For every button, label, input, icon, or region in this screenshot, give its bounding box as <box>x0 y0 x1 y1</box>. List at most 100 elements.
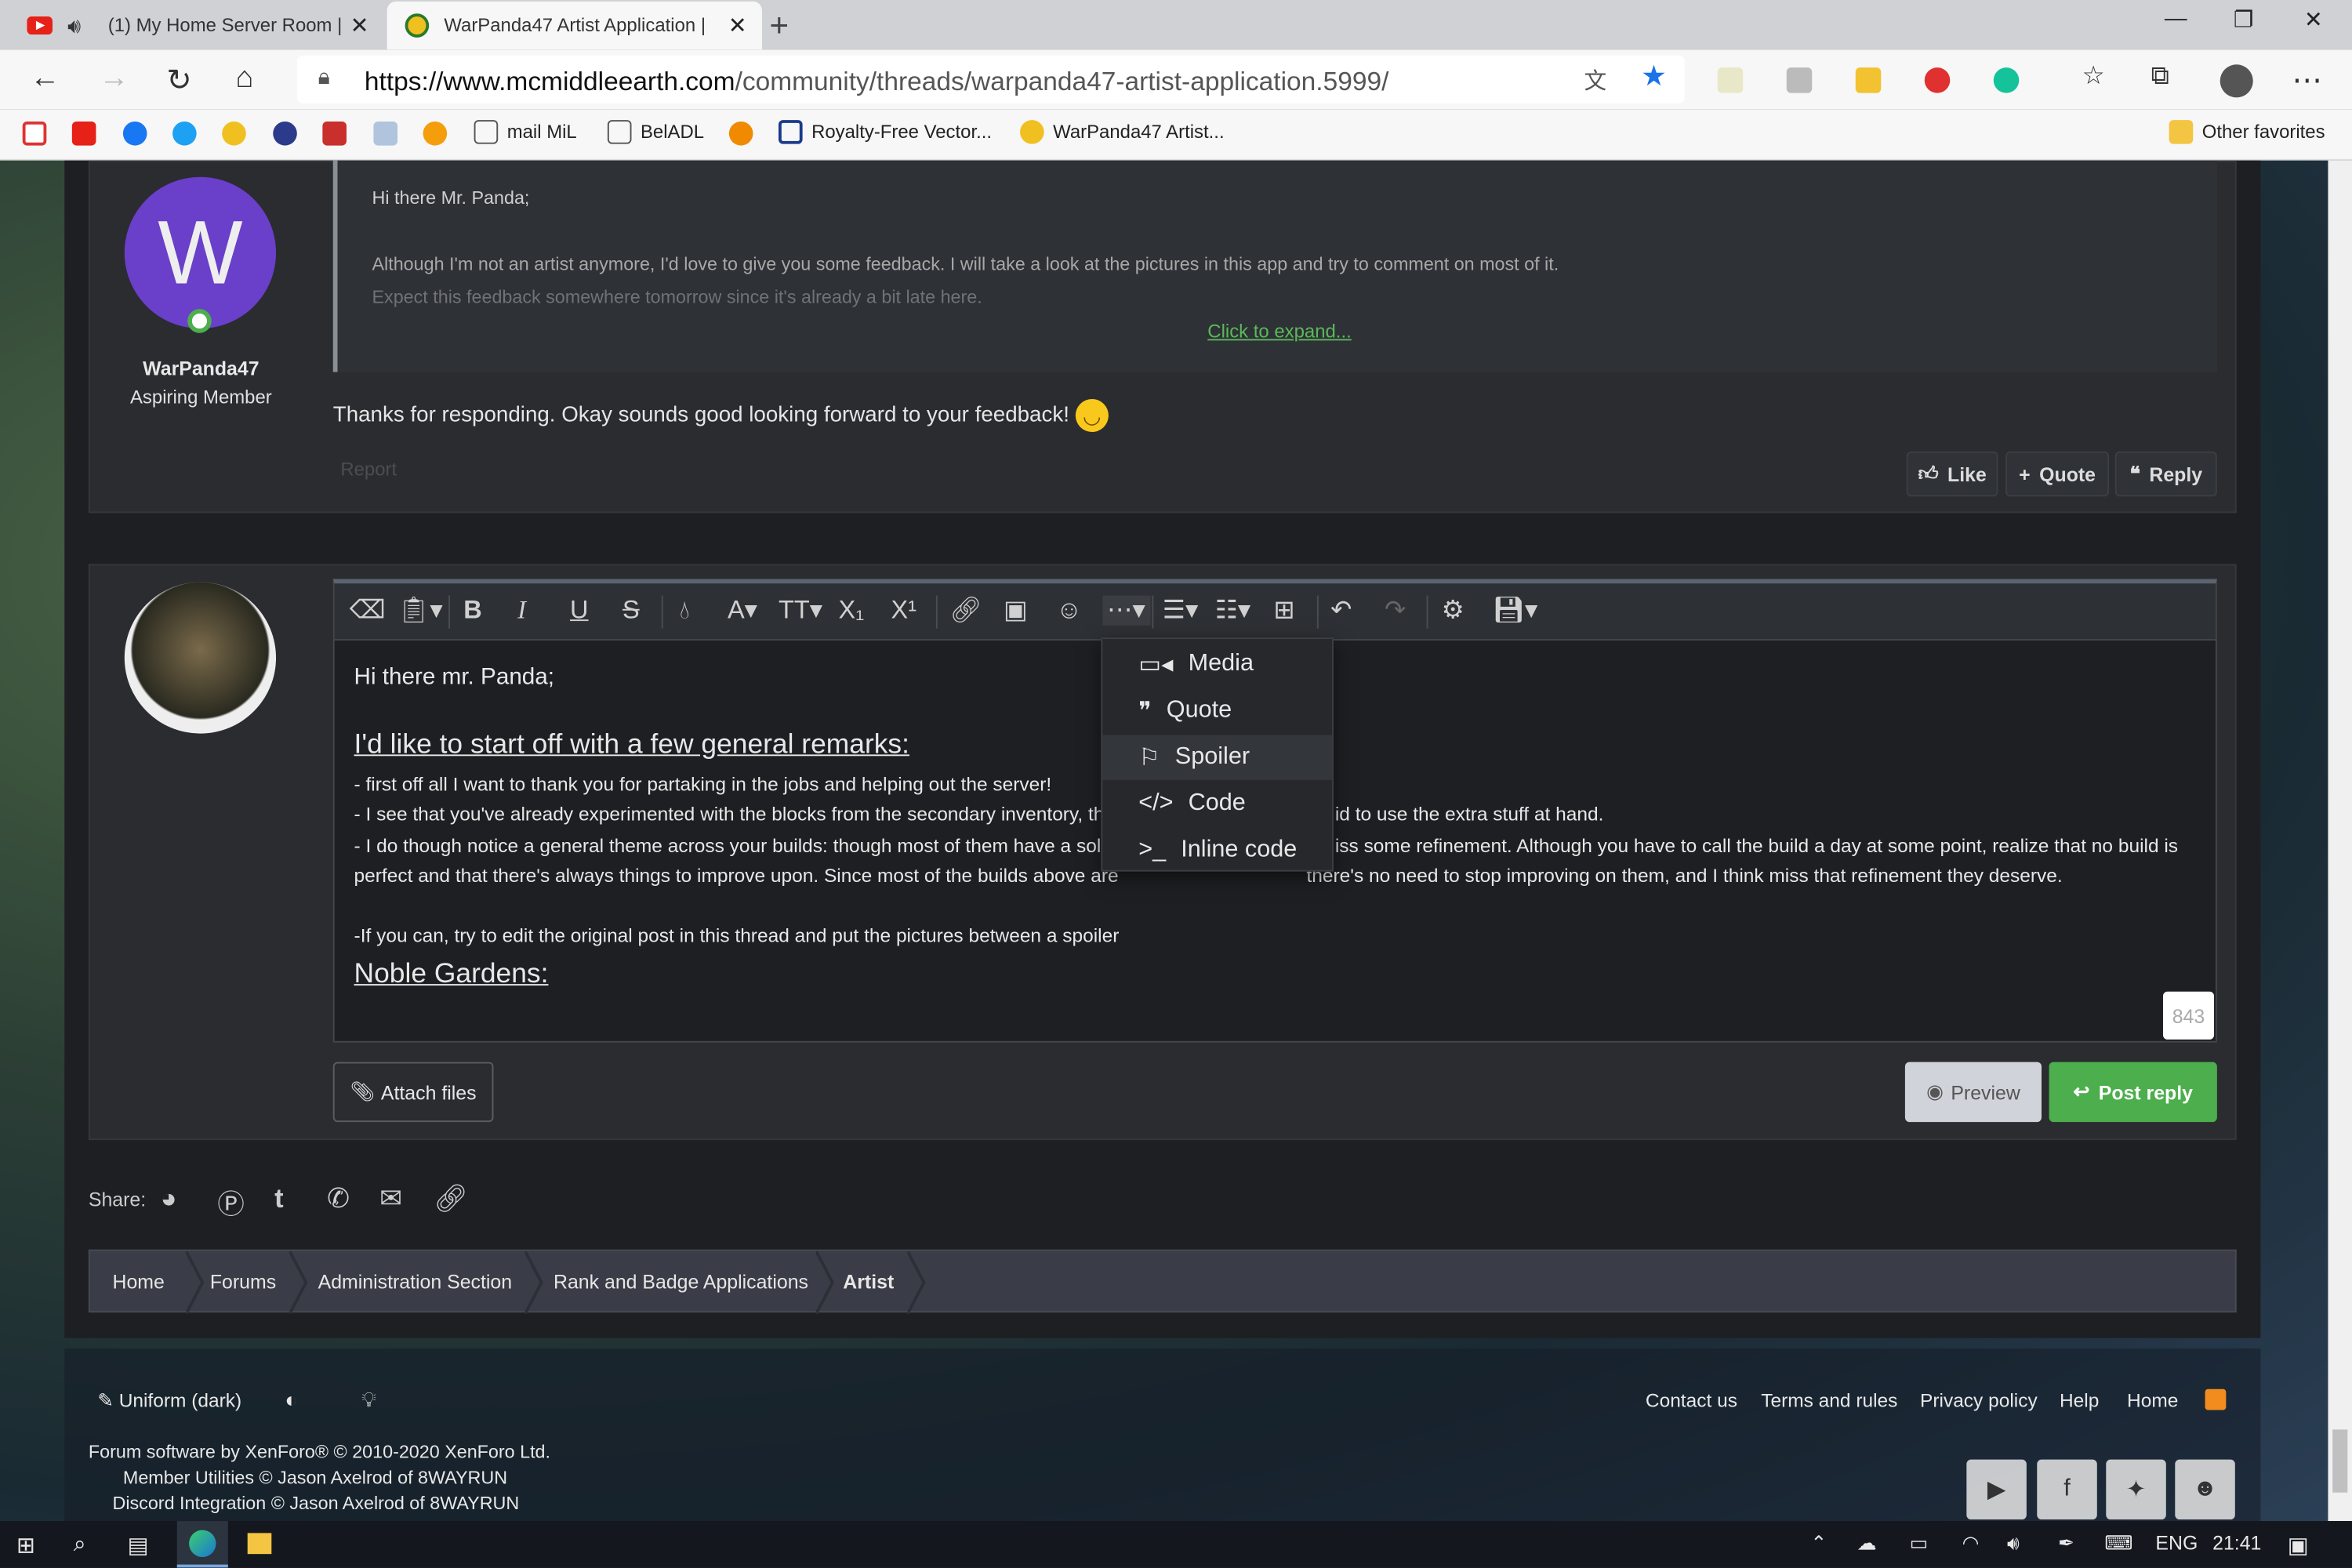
breadcrumb-home[interactable]: Home <box>112 1271 164 1294</box>
bookmark-icon[interactable] <box>728 121 753 146</box>
footer-link-terms[interactable]: Terms and rules <box>1761 1389 1897 1412</box>
menu-item-media[interactable]: ▭◂ Media <box>1102 642 1332 687</box>
footer-link-contact[interactable]: Contact us <box>1646 1389 1737 1412</box>
speaker-icon[interactable]: 🔊︎ <box>67 13 81 38</box>
minimize-icon[interactable]: — <box>2165 6 2187 32</box>
post-reply-button[interactable]: ↩ Post reply <box>2049 1062 2217 1123</box>
avatar[interactable]: W <box>124 176 277 329</box>
menu-item-inline-code[interactable]: >_ Inline code <box>1102 828 1332 873</box>
refresh-icon[interactable]: ↻ <box>166 61 191 99</box>
superscript-icon[interactable]: X¹ <box>891 596 917 626</box>
volume-icon[interactable]: 🔊︎ <box>2007 1531 2020 1555</box>
page-scrollbar[interactable] <box>2328 160 2352 1522</box>
scrollbar-thumb[interactable] <box>2332 1429 2348 1493</box>
report-link[interactable]: Report <box>340 459 397 480</box>
tab-warpanda-application[interactable]: WarPanda47 Artist Application | ✕ <box>387 1 762 50</box>
chevron-up-icon[interactable]: ⌃ <box>1810 1531 1827 1555</box>
menu-item-quote[interactable]: ❞ Quote <box>1102 688 1332 733</box>
gear-icon[interactable]: ⚙ <box>1442 596 1465 626</box>
edge-taskbar-icon[interactable] <box>176 1521 228 1568</box>
font-family-icon[interactable]: A▾ <box>728 596 757 626</box>
windows-start-icon[interactable]: ⊞ <box>16 1531 35 1559</box>
grammarly-icon[interactable] <box>1993 67 2020 93</box>
twitter-icon[interactable]: ✦ <box>2106 1459 2166 1520</box>
pinterest-icon[interactable]: Ⓟ <box>217 1184 244 1223</box>
style-chooser[interactable]: ✎ Uniform (dark) <box>97 1389 241 1414</box>
wifi-icon[interactable]: ◠ <box>1962 1531 1980 1555</box>
more-icon[interactable]: ⋯ <box>2292 61 2322 99</box>
camera-icon[interactable] <box>1786 67 1813 93</box>
forward-icon[interactable]: → <box>99 61 129 96</box>
other-favorites[interactable]: Other favorites <box>2169 120 2325 144</box>
site-favicon-icon[interactable] <box>222 121 246 146</box>
rss-icon[interactable] <box>2205 1388 2227 1410</box>
bookmark-mail-mil[interactable]: mail MiL <box>474 120 577 144</box>
undo-icon[interactable]: ↶ <box>1330 596 1352 626</box>
clock[interactable]: 21:41 <box>2212 1531 2261 1554</box>
footer-link-privacy[interactable]: Privacy policy <box>1920 1389 2038 1412</box>
subscript-icon[interactable]: X₁ <box>839 596 865 626</box>
clipboard-icon[interactable]: 📋︎▾ <box>397 596 443 626</box>
bookmark-royalty-free[interactable]: Royalty-Free Vector... <box>779 120 992 144</box>
facebook-icon[interactable]: f <box>2037 1459 2097 1520</box>
preview-button[interactable]: ◉ Preview <box>1904 1062 2042 1123</box>
quote-button[interactable]: + Quote <box>2005 451 2110 497</box>
youtube-icon[interactable]: ▶ <box>1966 1459 2027 1520</box>
list-icon[interactable]: ☷▾ <box>1215 596 1251 626</box>
tab-home-server[interactable]: 🔊︎ (1) My Home Server Room | ✕ <box>0 2 384 49</box>
attach-files-button[interactable]: 📎︎ Attach files <box>332 1062 494 1123</box>
close-tab-icon[interactable]: ✕ <box>728 12 747 39</box>
breadcrumb-administration[interactable]: Administration Section <box>318 1271 512 1294</box>
home-icon[interactable]: ⌂ <box>235 61 253 96</box>
task-view-icon[interactable]: ▤ <box>128 1531 149 1559</box>
breadcrumb-artist[interactable]: Artist <box>843 1271 894 1294</box>
italic-icon[interactable]: I <box>517 596 526 626</box>
redo-icon[interactable]: ↷ <box>1385 596 1406 626</box>
profile-avatar[interactable] <box>2220 64 2253 98</box>
reddit-icon[interactable]: ◕ <box>161 1184 177 1215</box>
new-tab-icon[interactable]: + <box>770 6 789 45</box>
close-window-icon[interactable]: ✕ <box>2304 6 2323 34</box>
breadcrumb-rank-badge[interactable]: Rank and Badge Applications <box>554 1271 808 1294</box>
strikethrough-icon[interactable]: S <box>622 596 640 626</box>
bookmark-icon[interactable] <box>273 121 297 146</box>
image-icon[interactable]: ▣ <box>1004 596 1028 626</box>
font-size-icon[interactable]: TT▾ <box>779 596 822 626</box>
onedrive-icon[interactable]: ☁ <box>1857 1531 1877 1555</box>
username[interactable]: WarPanda47 <box>89 357 314 379</box>
translate-icon[interactable]: 文 <box>1584 64 1606 96</box>
reply-button[interactable]: ❝ Reply <box>2114 451 2217 497</box>
bookmark-beladl[interactable]: BelADL <box>607 120 704 144</box>
lightbulb-icon[interactable]: 💡︎ <box>361 1388 376 1414</box>
close-tab-icon[interactable]: ✕ <box>350 12 369 39</box>
like-button[interactable]: 👍︎ Like <box>1906 451 1998 497</box>
footer-link-home[interactable]: Home <box>2127 1389 2178 1412</box>
discord-icon[interactable]: ☻ <box>2175 1459 2235 1520</box>
notifications-icon[interactable]: ▣ <box>2288 1531 2309 1559</box>
link-icon[interactable]: 🔗︎ <box>434 1184 468 1215</box>
back-icon[interactable]: ← <box>30 61 60 96</box>
more-options-icon[interactable]: ⋯▾ <box>1102 595 1150 626</box>
click-to-expand-link[interactable]: Click to expand... <box>337 321 2221 342</box>
table-icon[interactable]: ⊞ <box>1273 596 1294 626</box>
save-draft-icon[interactable]: 💾︎▾ <box>1493 596 1538 626</box>
url-field[interactable]: 🔒︎ https://www.mcmiddleearth.com/communi… <box>296 55 1685 104</box>
favorites-icon[interactable]: ☆ <box>2082 61 2105 91</box>
menu-item-code[interactable]: </> Code <box>1102 782 1332 826</box>
dark-mode-toggle-icon[interactable]: ◐ <box>285 1388 298 1412</box>
bookmark-icon[interactable] <box>373 121 398 146</box>
extension-icon[interactable] <box>1855 67 1882 93</box>
eraser-icon[interactable]: ⌫ <box>350 596 386 626</box>
menu-item-spoiler[interactable]: ⚐ Spoiler <box>1102 735 1333 780</box>
tumblr-icon[interactable]: t <box>274 1184 283 1215</box>
align-icon[interactable]: ☰▾ <box>1163 596 1199 626</box>
favorite-star-icon[interactable]: ★ <box>1641 60 1667 95</box>
avatar[interactable] <box>124 582 277 734</box>
search-icon[interactable]: ⌕ <box>74 1531 86 1557</box>
language-indicator[interactable]: ENG <box>2155 1531 2198 1554</box>
extension-icon[interactable] <box>1717 67 1744 93</box>
underline-icon[interactable]: U <box>570 596 588 626</box>
breadcrumb-forums[interactable]: Forums <box>210 1271 276 1294</box>
adblock-icon[interactable] <box>1924 67 1951 93</box>
battery-icon[interactable]: ▭ <box>1910 1531 1929 1555</box>
